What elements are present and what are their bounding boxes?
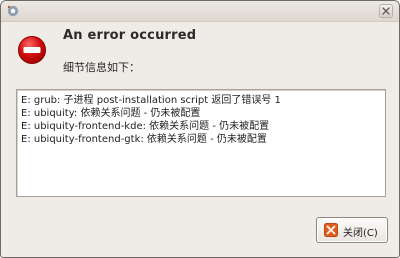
details-line: E: ubiquity: 依赖关系问题 - 仍未被配置 [21,108,201,119]
window-close-button[interactable] [379,4,393,18]
error-icon [18,36,46,64]
error-dialog-window: An error occurred 细节信息如下： E: grub: 子进程 p… [0,0,400,258]
close-icon [382,7,390,15]
close-button-label: 关闭(C) [343,228,378,239]
error-details-box[interactable]: E: grub: 子进程 post-installation script 返回… [16,89,386,197]
close-button[interactable]: 关闭(C) [316,217,388,243]
dialog-subhead: 细节信息如下： [63,61,140,74]
app-icon [7,5,19,17]
close-icon [324,223,338,237]
dialog-headline: An error occurred [63,28,197,43]
details-line: E: grub: 子进程 post-installation script 返回… [21,95,281,106]
title-bar[interactable] [1,1,399,22]
details-line: E: ubiquity-frontend-kde: 依赖关系问题 - 仍未被配置 [21,121,270,132]
details-line: E: ubiquity-frontend-gtk: 依赖关系问题 - 仍未被配置 [21,134,267,145]
